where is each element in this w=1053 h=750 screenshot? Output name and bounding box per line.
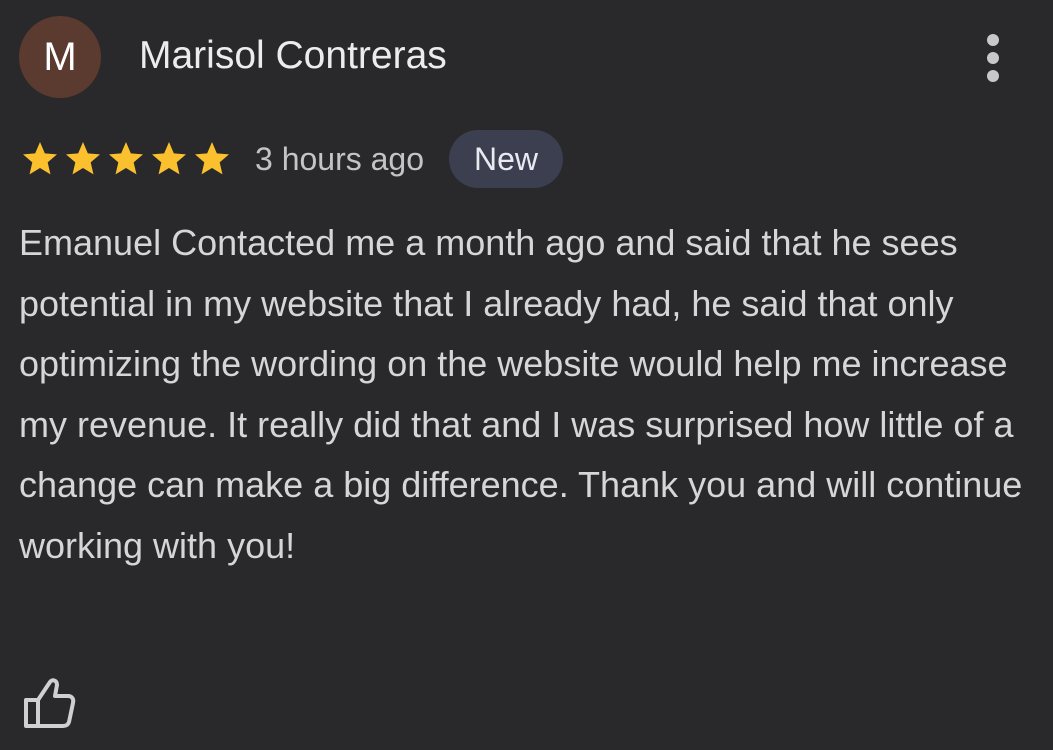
avatar[interactable]: M (19, 16, 101, 98)
thumbs-up-icon (24, 678, 76, 728)
star-icon (66, 142, 100, 175)
reviewer-name[interactable]: Marisol Contreras (139, 34, 447, 78)
more-vertical-icon-dot (987, 70, 999, 82)
star-icon (152, 142, 186, 175)
star-icon (109, 142, 143, 175)
review-timestamp: 3 hours ago (255, 140, 425, 177)
review-card: M Marisol Contreras 3 hours ago New Eman… (0, 0, 1053, 750)
like-button[interactable] (18, 672, 80, 734)
more-options-button[interactable] (973, 28, 1013, 88)
avatar-initial: M (43, 35, 77, 79)
star-rating (19, 139, 233, 179)
rating-row: 3 hours ago New (19, 130, 564, 188)
new-badge: New (449, 130, 564, 188)
review-text: Emanuel Contacted me a month ago and sai… (19, 222, 1023, 566)
star-icon (23, 142, 57, 175)
more-vertical-icon (987, 34, 999, 46)
more-vertical-icon-dot (987, 52, 999, 64)
star-icon (195, 142, 229, 175)
